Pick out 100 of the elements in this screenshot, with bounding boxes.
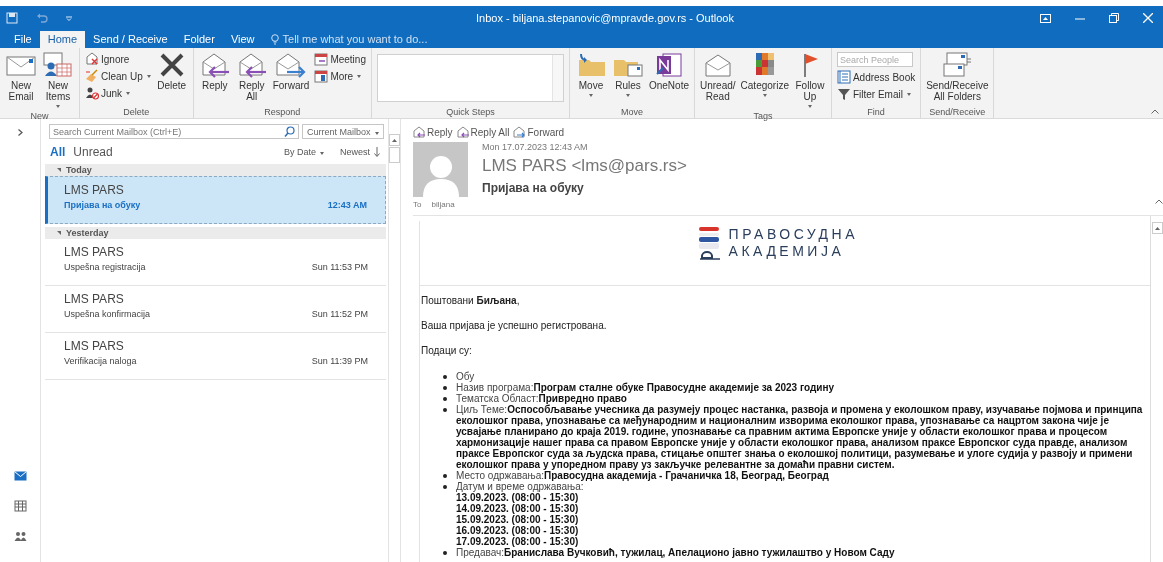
action-button[interactable]: Reply All <box>456 126 510 138</box>
scroll-up-button[interactable] <box>1151 222 1163 234</box>
ribbon-button[interactable]: Address Book <box>834 69 918 85</box>
window-icon <box>314 69 329 83</box>
ribbon-button[interactable]: More <box>312 68 368 84</box>
ribbon-button[interactable]: Move <box>572 50 609 99</box>
ribbon-button[interactable]: New Email <box>3 50 39 104</box>
collapse-ribbon-icon[interactable] <box>1151 109 1159 114</box>
caret-icon <box>374 131 379 135</box>
restore-icon[interactable] <box>1109 13 1119 23</box>
ribbon-button[interactable]: Reply All <box>233 50 270 104</box>
ribbon-button[interactable]: Send/Receive All Folders <box>924 50 991 104</box>
sent-date: Mon 17.07.2023 12:43 AM <box>482 142 589 152</box>
ribbon-button[interactable]: Unread/ Read <box>698 50 738 104</box>
ribbon-tab[interactable]: Send / Receive <box>85 31 176 48</box>
up-arrow-icon <box>1154 226 1160 230</box>
gallery-scrollbar[interactable] <box>551 55 563 101</box>
email-paragraph: Ваша пријава је успешно регистрована. <box>421 320 608 331</box>
list-item-text: Циљ Теме:Оспособљавање учесника да разумеју процес настанка, развоја и промена у еколошком праву, изучавање појмова и принципа еколошког права, упознавање са међународним и националним изворима еколошког права, упознавање са нацртом закона чије је усвајање планирано до краја 2019. године, упознавање са правним актима Европске уније у области еколошког права и процесом хармонизације нашег права са правом Европске уније у области еколошког права, анализом праксе Европског суда правде, анализом праксе Европског суда за људска права, стицање општег знања о еколошкој политици, разумевање и улоге судија у развоју и примени еколошког права у упоредном праву уз закључке релевантне за домаћи правни систем. <box>456 404 1144 470</box>
ribbon-button[interactable]: Forward <box>270 50 312 93</box>
people-calendar-icon <box>42 52 74 78</box>
list-item-text: Предавач:Бранислава Вучковић, тужилац, Апелационо јавно тужилаштво у Новом Саду <box>456 547 895 558</box>
message-item[interactable]: LMS PARS Verifikacija naloga Sun 11:39 PM <box>45 333 386 380</box>
save-icon[interactable] <box>6 12 18 24</box>
search-field[interactable]: Search Current Mailbox (Ctrl+E) <box>49 124 299 139</box>
group-label: Quick Steps <box>445 106 496 118</box>
action-button[interactable]: Forward <box>513 126 565 138</box>
message-item[interactable]: LMS PARS Uspešna registracija Sun 11:53 PM <box>45 239 386 286</box>
reply-all-icon <box>456 126 470 138</box>
ribbon-button[interactable]: OneNote <box>646 50 691 93</box>
message-time: Sun 11:53 PM <box>311 261 368 273</box>
bullet <box>443 397 447 401</box>
filter-tab[interactable]: Unread <box>73 145 113 159</box>
message-item[interactable]: LMS PARS Пријава на обуку 12:43 AM <box>45 176 386 224</box>
group-header[interactable]: Today <box>45 164 386 176</box>
group-label: Tags <box>752 110 774 122</box>
sort-button[interactable]: By Date <box>283 147 324 157</box>
sender-name: LMS PARS <box>64 339 125 355</box>
list-item-text: Назив програма:Програм сталне обуке Правосудне академије за 2023 годину <box>456 382 835 393</box>
collapse-header-icon[interactable] <box>1155 199 1163 204</box>
message-subject: Пријава на обуку <box>64 199 142 211</box>
ribbon-button[interactable]: Follow Up <box>791 50 828 110</box>
ribbon-button[interactable]: Rules <box>609 50 646 99</box>
caret-icon <box>320 152 324 155</box>
group-header[interactable]: Yesterday <box>45 227 386 239</box>
ribbon-button[interactable]: Clean Up <box>83 68 153 84</box>
up-arrow-icon <box>392 138 397 142</box>
ribbon-button[interactable]: Meeting <box>312 51 368 67</box>
search-people-field[interactable]: Search People <box>836 52 913 67</box>
bullet <box>443 375 447 379</box>
expand-icon[interactable] <box>17 129 23 136</box>
list-item-text: Место одржавања:Правосудна академија - Грачаничка 18, Београд, Београд <box>456 470 829 481</box>
message-time: 12:43 AM <box>327 199 367 211</box>
scroll-thumb[interactable] <box>389 147 400 163</box>
ribbon-tab[interactable]: File <box>6 31 40 48</box>
person-silhouette-icon <box>422 153 459 197</box>
ribbon-button[interactable]: Reply <box>196 50 233 93</box>
ribbon-tab[interactable]: Home <box>39 31 86 48</box>
group-label: Respond <box>263 106 302 118</box>
bullet <box>443 386 447 390</box>
sender-name: LMS PARS <box>64 292 125 308</box>
scroll-up-button[interactable] <box>389 134 400 146</box>
filter-icon <box>836 87 851 101</box>
ribbon-button[interactable]: Ignore <box>83 51 153 67</box>
ribbon-display-icon[interactable] <box>1040 13 1051 23</box>
group-label: Find <box>866 106 886 118</box>
bullet <box>443 474 447 478</box>
tell-me-field[interactable]: Tell me what you want to do... <box>262 33 436 48</box>
mail-icon[interactable] <box>13 470 27 482</box>
ribbon-tab[interactable]: Folder <box>175 31 223 48</box>
email-paragraph: Подаци су: <box>421 345 473 356</box>
filter-tab[interactable]: All <box>50 145 66 159</box>
date-line: 13.09.2023. (08:00 - 15:30) <box>456 492 579 503</box>
ribbon-button[interactable]: Categorize <box>738 50 791 99</box>
ribbon-button[interactable]: Delete <box>153 50 190 93</box>
order-button[interactable]: Newest <box>340 147 380 157</box>
close-icon[interactable] <box>1143 13 1153 23</box>
list-item-text: Датум и време одржавања: <box>456 481 584 492</box>
ignore-icon <box>85 52 99 66</box>
lightbulb-icon <box>270 33 279 45</box>
address-book-icon <box>836 70 851 84</box>
date-line: 17.09.2023. (08:00 - 15:30) <box>456 536 579 547</box>
bullet <box>443 408 447 412</box>
calendar-icon <box>314 52 329 66</box>
ribbon-button[interactable]: Filter Email <box>834 86 918 102</box>
broom-icon <box>85 69 99 83</box>
ribbon-tab[interactable]: View <box>222 31 263 48</box>
ribbon-button[interactable]: Junk <box>83 85 153 101</box>
forward-icon <box>275 52 308 78</box>
people-icon[interactable] <box>13 530 27 542</box>
action-button[interactable]: Reply <box>413 126 453 138</box>
group-label: Send/Receive <box>928 106 987 118</box>
logo-text: ПРАВОСУДНА <box>728 226 858 243</box>
calendar-icon[interactable] <box>13 500 27 512</box>
message-item[interactable]: LMS PARS Uspešna konfirmacija Sun 11:52 PM <box>45 286 386 333</box>
scope-dropdown[interactable]: Current Mailbox <box>302 124 384 139</box>
ribbon-button[interactable]: New Items <box>40 50 76 110</box>
group-label: Move <box>619 106 644 118</box>
group-label: New <box>29 110 50 122</box>
message-subject: Verifikacija naloga <box>64 355 138 367</box>
